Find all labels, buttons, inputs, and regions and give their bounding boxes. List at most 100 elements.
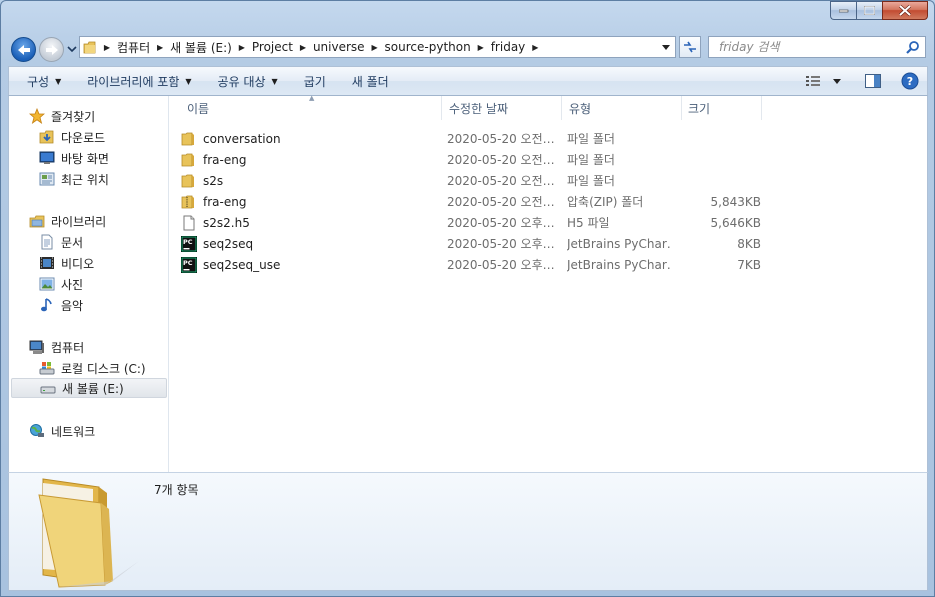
breadcrumb-separator-icon[interactable]: ▶ [474,43,488,52]
breadcrumb-item[interactable]: 새 볼륨 (E:) [167,39,235,56]
local-disk-icon [39,360,55,376]
address-history-dropdown[interactable] [657,37,675,57]
include-in-library-button[interactable]: 라이브러리에 포함 ▼ [74,67,204,95]
folder-icon [181,131,197,147]
column-header-name[interactable]: 이름 [169,96,442,120]
content-area: 즐겨찾기 다운로드 바탕 화면 최근 위치 라이브러리 문서 비디오 사진 음악… [8,94,928,472]
file-name: seq2seq [203,236,254,251]
breadcrumb-item[interactable]: source-python [382,40,474,54]
breadcrumb-separator-icon[interactable]: ▶ [100,43,114,52]
breadcrumb-separator-icon[interactable]: ▶ [235,43,249,52]
sidebar-item-music[interactable]: 음악 [39,295,83,315]
file-row[interactable]: s2s2.h5 2020-05-20 오후… H5 파일 5,646KB [181,212,776,233]
file-row[interactable]: PC seq2seq_use 2020-05-20 오후… JetBrains … [181,254,776,275]
breadcrumb-item[interactable]: universe [310,40,368,54]
maximize-button[interactable] [856,1,882,20]
column-header-date[interactable]: 수정한 날짜 [442,96,562,120]
download-folder-icon [39,129,55,145]
column-header-type[interactable]: 유형 [562,96,682,120]
minimize-button[interactable] [830,1,856,20]
sidebar-item-pictures[interactable]: 사진 [39,274,83,294]
preview-pane-button[interactable] [865,74,881,88]
change-view-button[interactable] [805,74,821,88]
help-button[interactable]: ? [901,72,919,90]
sidebar-item-libraries[interactable]: 라이브러리 [29,211,106,231]
network-icon [29,423,45,439]
file-date: 2020-05-20 오후… [447,258,555,272]
column-header-size[interactable]: 크기 [682,96,762,120]
file-date: 2020-05-20 오전… [447,195,555,209]
recent-pages-dropdown[interactable] [67,43,77,53]
sidebar-item-favorites[interactable]: 즐겨찾기 [29,106,95,126]
sidebar-item-label: 문서 [61,235,84,250]
file-date: 2020-05-20 오전… [447,153,555,167]
share-with-label: 공유 대상 [217,74,266,89]
share-with-button[interactable]: 공유 대상 ▼ [205,67,291,95]
sidebar-item-local-disk-c[interactable]: 로컬 디스크 (C:) [39,358,146,378]
view-options-dropdown[interactable] [833,78,841,84]
search-input[interactable] [709,39,901,55]
sidebar-item-label: 음악 [61,298,84,313]
folder-icon [181,152,197,168]
include-in-library-label: 라이브러리에 포함 [87,74,180,89]
breadcrumb-separator-icon[interactable]: ▶ [528,43,542,52]
column-header-label: 크기 [688,101,711,116]
sidebar-item-desktop[interactable]: 바탕 화면 [39,148,109,168]
folder-icon [80,41,100,54]
library-icon [29,213,45,229]
breadcrumb-item[interactable]: Project [249,40,296,54]
file-row[interactable]: fra-eng 2020-05-20 오전… 압축(ZIP) 폴더 5,843K… [181,191,776,212]
pycharm-icon: PC [181,256,197,273]
sidebar-item-volume-e[interactable]: 새 볼륨 (E:) [11,378,167,398]
breadcrumb-separator-icon[interactable]: ▶ [296,43,310,52]
sidebar-item-label: 새 볼륨 (E:) [62,381,124,396]
pictures-icon [39,276,55,292]
breadcrumb-item[interactable]: friday [488,40,529,54]
sidebar-item-network[interactable]: 네트워크 [29,421,95,441]
breadcrumb-item[interactable]: 컴퓨터 [114,39,153,56]
sidebar-item-recent-places[interactable]: 최근 위치 [39,169,109,189]
dropdown-arrow-icon: ▼ [271,76,278,86]
new-folder-button[interactable]: 새 폴더 [339,67,402,95]
file-date: 2020-05-20 오후… [447,237,555,251]
svg-text:?: ? [907,75,913,88]
burn-button[interactable]: 굽기 [291,67,339,95]
star-icon [29,108,45,124]
zip-folder-icon [181,194,197,210]
sidebar-item-label: 라이브러리 [51,214,107,229]
address-bar[interactable]: ▶ 컴퓨터 ▶ 새 볼륨 (E:) ▶ Project ▶ universe ▶… [79,36,676,58]
new-folder-label: 새 폴더 [351,74,389,89]
file-type: JetBrains PyChar… [567,257,672,272]
videos-icon [39,255,55,271]
organize-button[interactable]: 구성 ▼ [9,67,74,95]
file-row[interactable]: s2s 2020-05-20 오전… 파일 폴더 [181,170,776,191]
file-row[interactable]: conversation 2020-05-20 오전… 파일 폴더 [181,128,776,149]
breadcrumb-separator-icon[interactable]: ▶ [153,43,167,52]
sidebar-item-label: 최근 위치 [61,172,109,187]
file-type: H5 파일 [567,216,610,230]
search-icon[interactable] [906,40,920,57]
file-row[interactable]: fra-eng 2020-05-20 오전… 파일 폴더 [181,149,776,170]
file-date: 2020-05-20 오전… [447,174,555,188]
sidebar-item-downloads[interactable]: 다운로드 [39,127,105,147]
sidebar-item-documents[interactable]: 문서 [39,232,83,252]
column-header-label: 이름 [187,101,210,116]
file-row[interactable]: PC seq2seq 2020-05-20 오후… JetBrains PyCh… [181,233,776,254]
file-list: ▲ 이름 수정한 날짜 유형 크기 conversation 2020-05-2… [169,94,927,472]
file-name-cell: s2s2.h5 [181,215,250,231]
file-date: 2020-05-20 오전… [447,132,555,146]
sidebar-item-videos[interactable]: 비디오 [39,253,94,273]
item-count: 7개 항목 [154,483,199,497]
computer-icon [29,339,45,355]
refresh-button[interactable] [679,36,701,58]
file-name: conversation [203,131,281,146]
breadcrumb-separator-icon[interactable]: ▶ [368,43,382,52]
close-button[interactable] [882,1,928,20]
organize-label: 구성 [27,74,50,89]
sidebar-item-computer[interactable]: 컴퓨터 [29,337,84,357]
sidebar-item-label: 컴퓨터 [51,340,85,355]
help-icon: ? [901,72,919,90]
forward-button[interactable] [39,37,64,62]
back-button[interactable] [11,37,36,62]
sidebar-item-label: 로컬 디스크 (C:) [61,361,146,376]
